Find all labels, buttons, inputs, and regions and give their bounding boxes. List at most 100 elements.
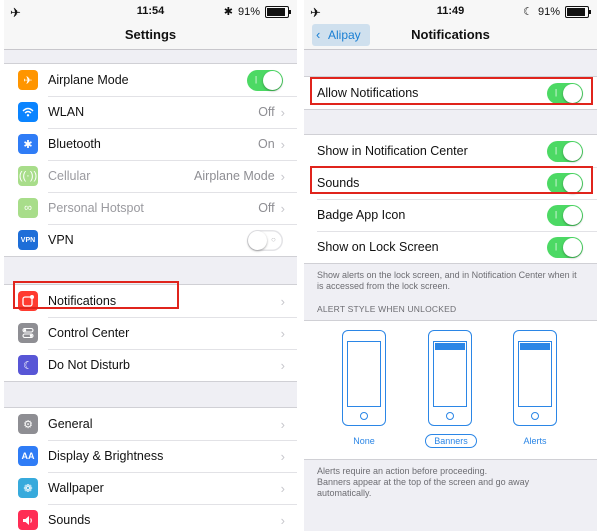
bluetooth-icon: ✱ — [18, 134, 38, 154]
chevron-right-icon: › — [280, 136, 285, 152]
allow-notifications-group: Allow Notifications | — [304, 76, 597, 110]
speaker-icon — [18, 510, 38, 530]
row-label: Cellular — [48, 169, 91, 183]
page-title: Settings — [124, 27, 177, 42]
settings-row-sounds[interactable]: Sounds › — [4, 504, 297, 531]
sounds-toggle[interactable]: | — [547, 172, 583, 194]
row-value: Off — [258, 201, 275, 215]
notifications-screen: ✈ 11:49 ☾ 91% ‹ Alipay Notifications All… — [304, 0, 597, 531]
settings-row-wlan[interactable]: WLAN Off › — [4, 96, 297, 128]
row-label: Allow Notifications — [317, 86, 419, 100]
wallpaper-icon: ❁ — [18, 478, 38, 498]
alert-style-banners-label[interactable]: Banners — [425, 434, 477, 448]
chevron-right-icon: › — [280, 325, 285, 341]
battery-icon — [265, 5, 291, 18]
settings-row-do-not-disturb[interactable]: ☾ Do Not Disturb › — [4, 349, 297, 381]
alert-style-picker: None Banners Alerts — [304, 320, 597, 460]
allow-notifications-row[interactable]: Allow Notifications | — [304, 77, 597, 109]
sounds-row[interactable]: Sounds | — [304, 167, 597, 199]
show-on-lock-screen-toggle[interactable]: | — [547, 236, 583, 258]
moon-status-icon: ☾ — [523, 6, 533, 18]
settings-row-control-center[interactable]: Control Center › — [4, 317, 297, 349]
nav-bar: ‹ Alipay Notifications — [304, 24, 597, 50]
row-label: Sounds — [48, 513, 91, 527]
settings-row-airplane-mode[interactable]: ✈ Airplane Mode | — [4, 64, 297, 96]
settings-row-cellular[interactable]: ((·)) Cellular Airplane Mode › — [4, 160, 297, 192]
settings-row-wallpaper[interactable]: ❁ Wallpaper › — [4, 472, 297, 504]
row-value: Airplane Mode — [194, 169, 275, 183]
airplane-mode-toggle[interactable]: | — [247, 69, 283, 91]
alert-style-banners-option[interactable] — [428, 330, 472, 426]
chevron-right-icon: › — [280, 448, 285, 464]
row-label: General — [48, 417, 93, 431]
display-icon: AA — [18, 446, 38, 466]
bluetooth-status-icon: ✱ — [223, 6, 233, 18]
chevron-right-icon: › — [280, 512, 285, 528]
cellular-icon: ((·)) — [18, 166, 38, 186]
status-bar: ✈ 11:54 ✱ 91% — [4, 0, 297, 24]
airplane-icon: ✈ — [18, 70, 38, 90]
chevron-right-icon: › — [280, 168, 285, 184]
battery-icon — [565, 5, 591, 18]
row-label: Sounds — [317, 176, 360, 190]
phone-screen — [518, 341, 552, 407]
row-label: Do Not Disturb — [48, 358, 130, 372]
badge-app-icon-toggle[interactable]: | — [547, 204, 583, 226]
chevron-right-icon: › — [280, 200, 285, 216]
alert-style-alerts-label[interactable]: Alerts — [510, 436, 560, 446]
settings-row-general[interactable]: ⚙ General › — [4, 408, 297, 440]
row-label: Show on Lock Screen — [317, 240, 439, 254]
show-in-notification-center-toggle[interactable]: | — [547, 140, 583, 162]
row-label: Bluetooth — [48, 137, 101, 151]
panel-divider — [297, 0, 304, 531]
alert-style-header: ALERT STYLE WHEN UNLOCKED — [317, 304, 457, 314]
row-value: On — [257, 137, 275, 151]
vpn-toggle[interactable]: ○ — [247, 229, 283, 251]
home-button-icon — [360, 412, 368, 420]
home-button-icon — [531, 412, 539, 420]
row-label: Show in Notification Center — [317, 144, 468, 158]
row-label: Badge App Icon — [317, 208, 406, 222]
show-in-notification-center-row[interactable]: Show in Notification Center | — [304, 135, 597, 167]
phone-screen — [347, 341, 381, 407]
settings-row-notifications[interactable]: Notifications › — [4, 285, 297, 317]
lock-screen-footnote: Show alerts on the lock screen, and in N… — [317, 270, 577, 291]
settings-row-personal-hotspot[interactable]: ∞ Personal Hotspot Off › — [4, 192, 297, 224]
chevron-right-icon: › — [280, 293, 285, 309]
settings-screen: ✈ 11:54 ✱ 91% Settings ✈ Airplane Mode |… — [4, 0, 297, 531]
row-label: Wallpaper — [48, 481, 104, 495]
chevron-right-icon: › — [280, 480, 285, 496]
row-value: Off — [258, 105, 275, 119]
alert-style-alerts-option[interactable] — [513, 330, 557, 426]
nav-bar: Settings — [4, 24, 297, 50]
chevron-right-icon: › — [280, 357, 285, 373]
settings-row-display-brightness[interactable]: AA Display & Brightness › — [4, 440, 297, 472]
badge-app-icon-row[interactable]: Badge App Icon | — [304, 199, 597, 231]
show-on-lock-screen-row[interactable]: Show on Lock Screen | — [304, 231, 597, 263]
home-button-icon — [446, 412, 454, 420]
gear-icon: ⚙ — [18, 414, 38, 434]
row-label: Control Center — [48, 326, 130, 340]
moon-icon: ☾ — [18, 355, 38, 375]
settings-row-vpn[interactable]: VPN VPN ○ — [4, 224, 297, 256]
allow-notifications-toggle[interactable]: | — [547, 82, 583, 104]
alert-style-none-label[interactable]: None — [339, 436, 389, 446]
row-label: Airplane Mode — [48, 73, 129, 87]
notification-options-group: Show in Notification Center | Sounds | B… — [304, 134, 597, 264]
settings-row-bluetooth[interactable]: ✱ Bluetooth On › — [4, 128, 297, 160]
chevron-right-icon: › — [280, 104, 285, 120]
settings-group-general: ⚙ General › AA Display & Brightness › ❁ … — [4, 407, 297, 531]
row-label: Personal Hotspot — [48, 201, 144, 215]
row-label: VPN — [48, 233, 74, 247]
vpn-icon: VPN — [18, 230, 38, 250]
battery-percent: 91% — [237, 5, 260, 18]
settings-group-connectivity: ✈ Airplane Mode | WLAN Off › ✱ Bluetooth… — [4, 63, 297, 257]
control-center-icon — [18, 323, 38, 343]
banner-bar — [435, 343, 465, 350]
wifi-icon — [18, 102, 38, 122]
notifications-icon — [18, 291, 38, 311]
battery-percent: 91% — [537, 5, 560, 18]
alert-style-footnote: Alerts require an action before proceedi… — [317, 466, 530, 498]
alert-style-none-option[interactable] — [342, 330, 386, 426]
row-label: Display & Brightness — [48, 449, 164, 463]
